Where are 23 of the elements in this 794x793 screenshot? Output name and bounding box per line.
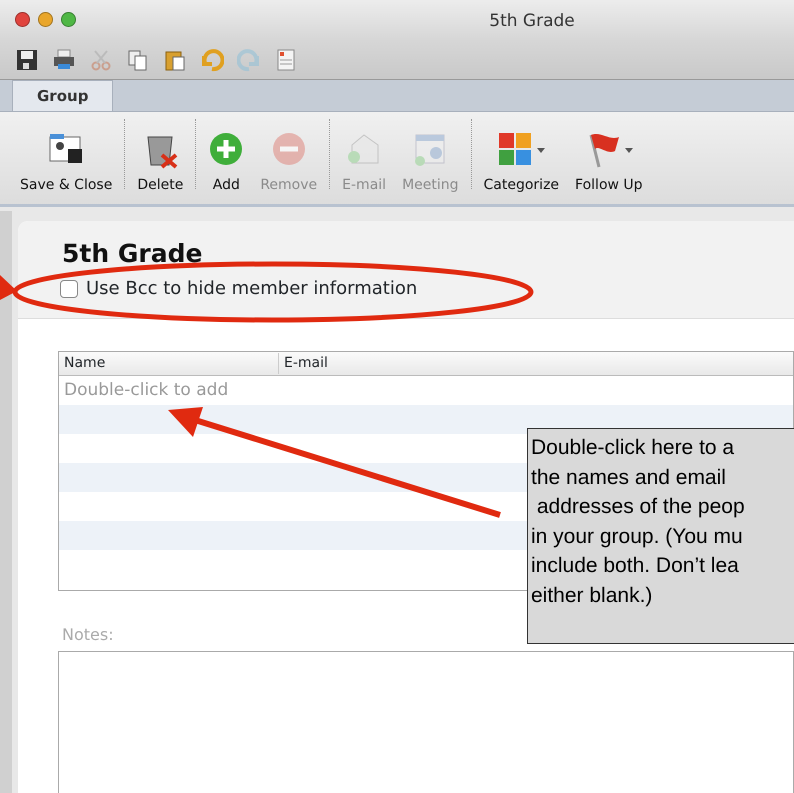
- zoom-button[interactable]: [61, 12, 76, 27]
- group-name: 5th Grade: [62, 239, 204, 269]
- annotation-tooltip: Double-click here to a the names and email addresses of the peop in your group. (You mu include both. Don’t lea either blank.): [527, 428, 794, 644]
- toolbar-button[interactable]: Delete: [129, 131, 192, 196]
- toolbar-button[interactable]: Follow Up: [567, 131, 651, 196]
- print-icon[interactable]: [52, 48, 76, 72]
- window-title: 5th Grade: [489, 11, 575, 31]
- column-header[interactable]: Name: [59, 353, 279, 374]
- toolbar-button[interactable]: Categorize: [476, 131, 568, 196]
- group-tab[interactable]: Group: [12, 80, 114, 111]
- caret-icon: [624, 148, 633, 152]
- bcc-checkbox[interactable]: [60, 280, 78, 298]
- notes-label: Notes:: [62, 625, 114, 644]
- pointer-arrow: [0, 275, 17, 300]
- close-button[interactable]: [15, 12, 30, 27]
- bcc-label: Use Bcc to hide member information: [86, 277, 418, 301]
- column-header[interactable]: E-mail: [279, 353, 793, 374]
- toolbar-button[interactable]: Save & Close: [12, 131, 120, 196]
- notes-field[interactable]: [58, 651, 794, 793]
- caret-icon: [537, 148, 546, 152]
- toolbar-button[interactable]: Add: [200, 131, 252, 196]
- minimize-button[interactable]: [38, 12, 53, 27]
- save-icon[interactable]: [15, 48, 39, 72]
